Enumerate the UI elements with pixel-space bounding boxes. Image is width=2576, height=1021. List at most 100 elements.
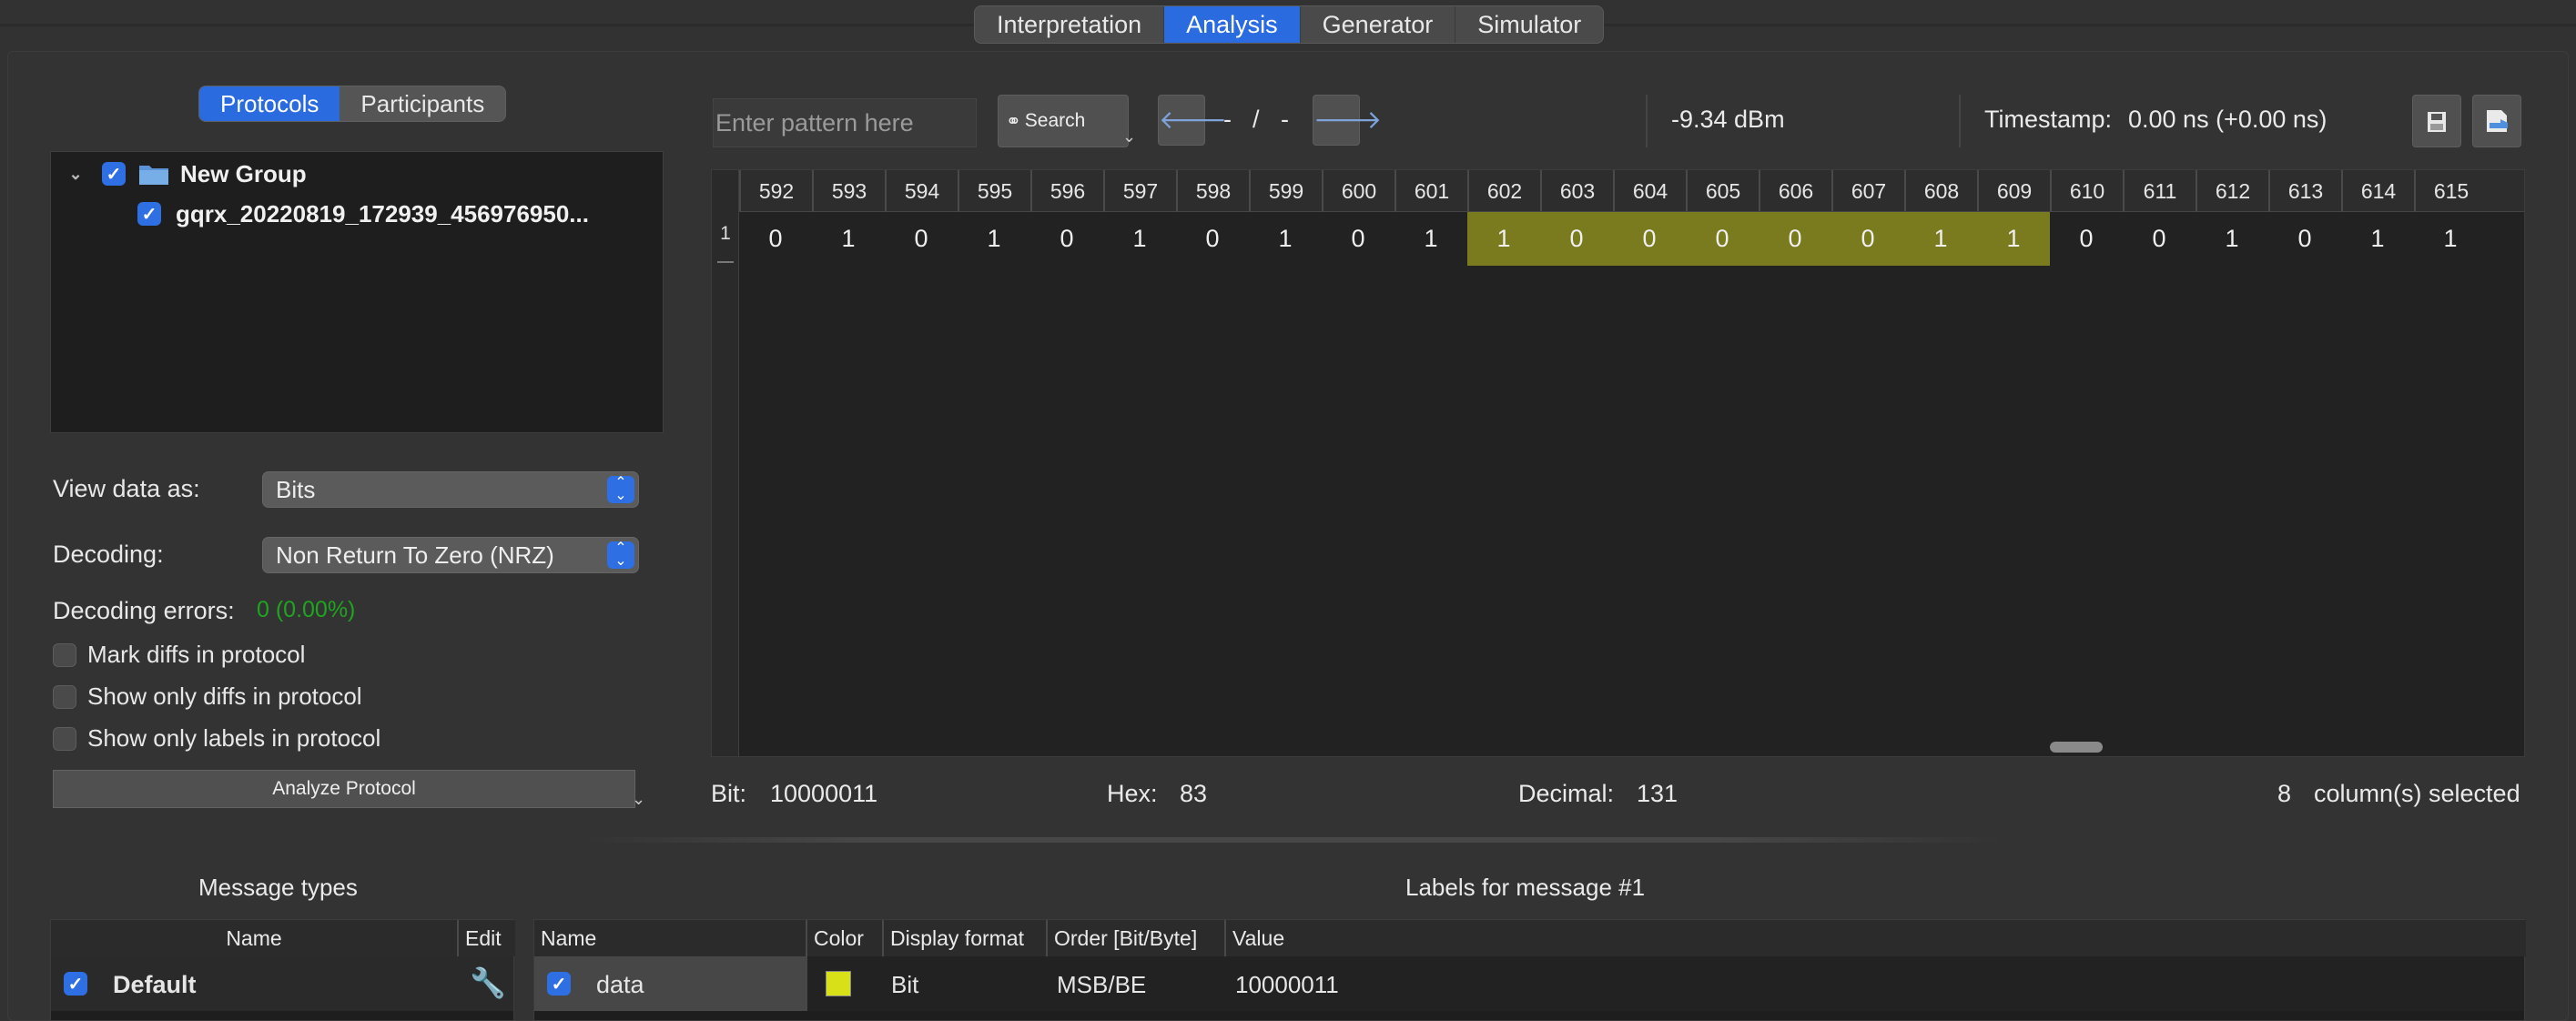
bit-cell[interactable]: 0 — [1322, 212, 1394, 266]
splitter-handle[interactable] — [583, 837, 2003, 843]
show-labels-checkbox[interactable] — [53, 726, 76, 751]
analyze-dropdown-icon[interactable]: ⌄ — [632, 790, 645, 809]
bit-cell[interactable]: 1 — [1977, 212, 2050, 266]
show-diffs-checkbox[interactable] — [53, 684, 76, 709]
bit-cell[interactable]: 0 — [1176, 212, 1249, 266]
bit-cell[interactable]: 0 — [1613, 212, 1686, 266]
horizontal-scrollbar-thumb[interactable] — [2050, 742, 2103, 753]
header-display-format[interactable]: Display format — [884, 920, 1048, 956]
column-header[interactable]: 594 — [885, 170, 958, 212]
prev-result-button[interactable]: 🡐 — [1158, 95, 1227, 146]
tree-group-row[interactable]: ⌄ ✓ New Group — [60, 156, 306, 192]
bit-cell[interactable]: 0 — [2268, 212, 2341, 266]
file-checkbox[interactable]: ✓ — [137, 202, 161, 226]
column-header[interactable]: 601 — [1394, 170, 1467, 212]
search-dropdown-icon[interactable]: ⌄ — [1122, 127, 1136, 147]
column-header[interactable]: 597 — [1103, 170, 1176, 212]
decoding-value: Non Return To Zero (NRZ) — [276, 541, 554, 569]
label-checkbox[interactable]: ✓ — [547, 972, 571, 996]
tab-simulator[interactable]: Simulator — [1455, 6, 1603, 43]
message-types-table[interactable]: Name Edit ✓ Default 🔧 — [50, 919, 515, 1021]
bit-cell[interactable]: 0 — [739, 212, 812, 266]
column-header[interactable]: 605 — [1686, 170, 1759, 212]
decoding-errors-value: 0 (0.00%) — [257, 597, 356, 622]
message-type-row[interactable]: ✓ Default 🔧 — [51, 956, 513, 1011]
bit-cell[interactable]: 0 — [1030, 212, 1103, 266]
bit-cell[interactable]: 0 — [1686, 212, 1759, 266]
tab-generator[interactable]: Generator — [1301, 6, 1456, 43]
column-header[interactable]: 599 — [1249, 170, 1322, 212]
search-button[interactable]: ⚭ Search — [998, 95, 1129, 147]
column-header[interactable]: 613 — [2268, 170, 2341, 212]
column-header[interactable]: 606 — [1759, 170, 1831, 212]
column-header[interactable]: 596 — [1030, 170, 1103, 212]
bit-cell[interactable]: 0 — [1540, 212, 1613, 266]
expand-chevron-icon[interactable]: ⌄ — [60, 165, 91, 184]
bit-cell[interactable]: 0 — [1759, 212, 1831, 266]
column-header[interactable]: 607 — [1831, 170, 1904, 212]
header-edit[interactable]: Edit — [459, 920, 515, 956]
wrench-icon[interactable]: 🔧 — [470, 965, 506, 1000]
bit-cell[interactable]: 1 — [1467, 212, 1540, 266]
bit-cell[interactable]: 0 — [1831, 212, 1904, 266]
analyze-protocol-button[interactable]: Analyze Protocol — [53, 770, 635, 808]
bit-cell[interactable]: 0 — [2050, 212, 2123, 266]
bit-cell[interactable]: 1 — [2414, 212, 2487, 266]
column-header[interactable]: 614 — [2341, 170, 2414, 212]
header-name[interactable]: Name — [51, 920, 459, 956]
header-color[interactable]: Color — [807, 920, 884, 956]
header-order[interactable]: Order [Bit/Byte] — [1048, 920, 1226, 956]
timestamp-label: Timestamp: — [1984, 106, 2113, 133]
bit-cell[interactable]: 1 — [1249, 212, 1322, 266]
label-color-swatch[interactable] — [826, 971, 851, 996]
column-header[interactable]: 604 — [1613, 170, 1686, 212]
column-header[interactable]: 610 — [2050, 170, 2123, 212]
label-row[interactable]: ✓ data Bit MSB/BE 10000011 — [534, 956, 2524, 1011]
column-header[interactable]: 600 — [1322, 170, 1394, 212]
bit-cell[interactable]: 1 — [812, 212, 885, 266]
view-data-label: View data as: — [53, 475, 200, 502]
bit-cell[interactable]: 1 — [1904, 212, 1977, 266]
bit-cell[interactable]: 0 — [885, 212, 958, 266]
tab-interpretation[interactable]: Interpretation — [975, 6, 1165, 43]
row-number[interactable]: 1 — [712, 223, 739, 245]
tree-file-row[interactable]: ✓ gqrx_20220819_172939_456976950... — [137, 196, 589, 232]
column-header[interactable]: 603 — [1540, 170, 1613, 212]
bit-cell[interactable]: 1 — [958, 212, 1030, 266]
bit-cell[interactable]: 1 — [2341, 212, 2414, 266]
mark-diffs-option[interactable]: Mark diffs in protocol — [53, 641, 305, 669]
column-header[interactable]: 595 — [958, 170, 1030, 212]
mark-diffs-checkbox[interactable] — [53, 642, 76, 667]
bit-cell[interactable]: 1 — [2196, 212, 2268, 266]
column-header[interactable]: 611 — [2123, 170, 2196, 212]
column-header[interactable]: 598 — [1176, 170, 1249, 212]
tab-analysis[interactable]: Analysis — [1164, 6, 1301, 43]
bit-cell[interactable]: 1 — [1103, 212, 1176, 266]
protocol-tree[interactable]: ⌄ ✓ New Group ✓ gqrx_20220819_172939_456… — [50, 151, 664, 433]
decoding-select[interactable]: Non Return To Zero (NRZ) ⌃ ⌄ — [262, 537, 639, 573]
column-header[interactable]: 609 — [1977, 170, 2050, 212]
export-button[interactable] — [2472, 95, 2521, 147]
show-diffs-option[interactable]: Show only diffs in protocol — [53, 682, 362, 711]
search-input[interactable] — [713, 98, 977, 147]
column-header[interactable]: 593 — [812, 170, 885, 212]
bit-cell[interactable]: 0 — [2123, 212, 2196, 266]
next-result-button[interactable]: 🡒 — [1313, 95, 1382, 146]
column-header[interactable]: 608 — [1904, 170, 1977, 212]
column-header[interactable]: 602 — [1467, 170, 1540, 212]
header-label-name[interactable]: Name — [534, 920, 807, 956]
save-button[interactable] — [2412, 95, 2461, 147]
column-header[interactable]: 592 — [739, 170, 812, 212]
message-type-checkbox[interactable]: ✓ — [64, 972, 87, 996]
column-header[interactable]: 612 — [2196, 170, 2268, 212]
column-header[interactable]: 615 — [2414, 170, 2487, 212]
show-labels-option[interactable]: Show only labels in protocol — [53, 724, 380, 753]
group-checkbox[interactable]: ✓ — [102, 162, 126, 186]
protocol-table[interactable]: 592 593 594 595 596 597 598 599 600 601 602 603 604 6… — [711, 169, 2525, 757]
header-value[interactable]: Value — [1226, 920, 2526, 956]
view-data-select[interactable]: Bits ⌃ ⌄ — [262, 471, 639, 508]
tab-protocols[interactable]: Protocols — [199, 86, 340, 121]
tab-participants[interactable]: Participants — [340, 86, 505, 121]
labels-table[interactable]: Name Color Display format Order [Bit/Byt… — [533, 919, 2526, 1021]
bit-cell[interactable]: 1 — [1394, 212, 1467, 266]
